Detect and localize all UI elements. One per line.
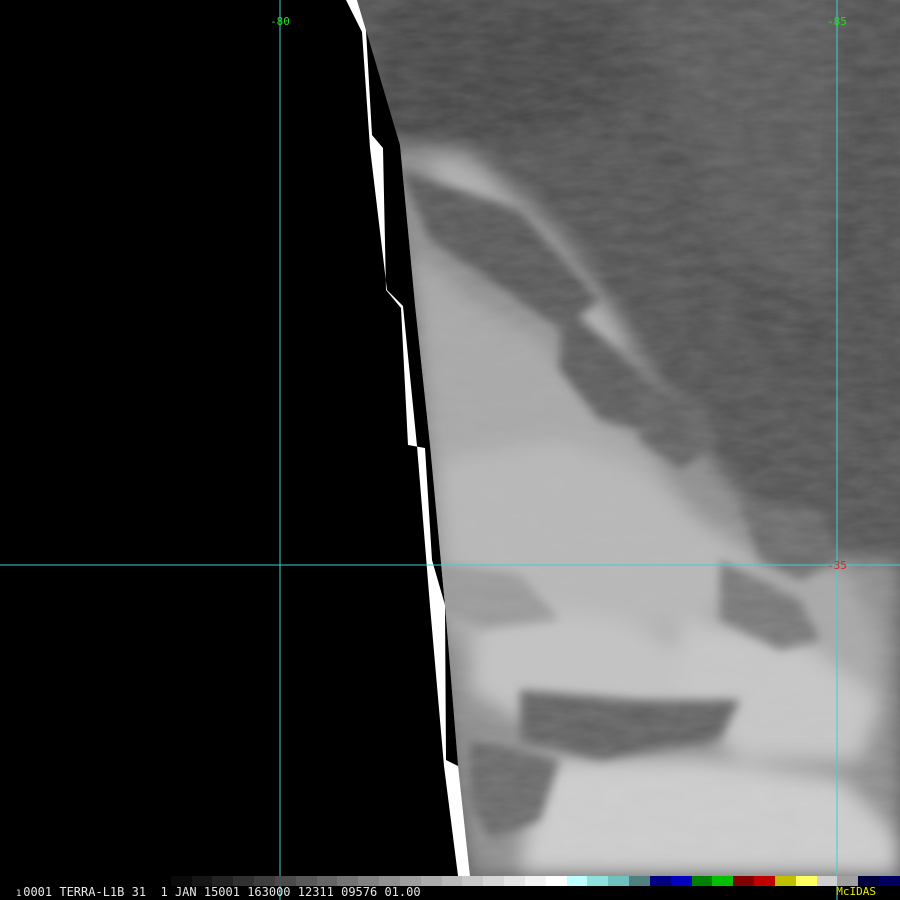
colorbar-swatch (545, 876, 567, 886)
longitude-label: -85 (827, 15, 847, 28)
colorbar-swatch (608, 876, 630, 886)
colorbar-swatch (420, 876, 442, 886)
satellite-image-panel: -80 -85 -35 (0, 0, 900, 900)
colorbar-swatch (524, 876, 546, 886)
colorbar-swatch (712, 876, 734, 886)
colorbar-swatch (462, 876, 484, 886)
colorbar-swatch (441, 876, 463, 886)
colorbar-swatch (670, 876, 692, 886)
colorbar-swatch (587, 876, 609, 886)
colorbar-swatch (754, 876, 775, 886)
colorbar-swatch (483, 876, 505, 886)
colorbar-swatch (733, 876, 755, 886)
colorbar-swatch (795, 876, 817, 886)
colorbar-swatch (816, 876, 838, 886)
longitude-label: -80 (270, 15, 290, 28)
image-status-line: 0001 TERRA-L1B 31 1 JAN 15001 163000 123… (16, 885, 421, 899)
colorbar-swatch (629, 876, 650, 886)
colorbar-swatch (504, 876, 525, 886)
mcidas-brand-label: McIDAS (836, 885, 876, 898)
colorbar-swatch (774, 876, 796, 886)
colorbar-swatch (878, 876, 900, 886)
colorbar-swatch (649, 876, 671, 886)
colorbar-swatch (566, 876, 588, 886)
colorbar-swatch (691, 876, 713, 886)
latitude-label: -35 (827, 559, 847, 572)
